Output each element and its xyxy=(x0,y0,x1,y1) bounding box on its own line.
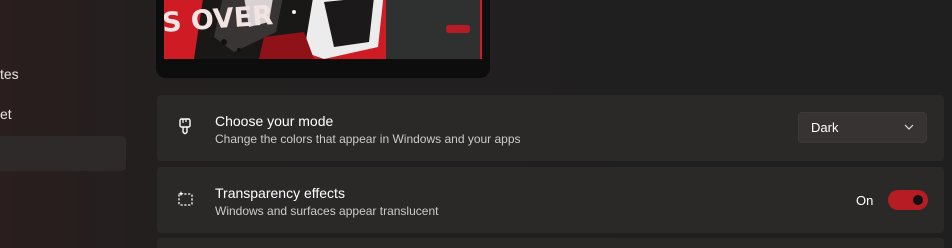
transparency-toggle-label: On xyxy=(856,193,874,208)
transparency-description: Windows and surfaces appear translucent xyxy=(215,204,439,218)
transparency-title: Transparency effects xyxy=(215,185,345,201)
sidebar: tes et xyxy=(0,0,140,248)
mode-setting-card: Choose your mode Change the colors that … xyxy=(157,95,944,161)
mode-dropdown[interactable]: Dark xyxy=(798,112,927,143)
theme-preview: S OVER xyxy=(156,0,490,78)
preview-window-button xyxy=(446,25,470,33)
sidebar-item-selected[interactable] xyxy=(0,136,126,171)
mode-title: Choose your mode xyxy=(215,113,334,129)
settings-window: tes et S OVER Choose your mode Change th… xyxy=(0,0,952,248)
sidebar-item-themes[interactable]: tes xyxy=(0,65,19,83)
transparency-icon xyxy=(178,191,193,206)
sidebar-item-widget[interactable]: et xyxy=(0,105,12,123)
toggle-knob xyxy=(913,195,923,205)
sidebar-item-label: tes xyxy=(0,66,19,82)
next-setting-card xyxy=(157,238,944,248)
transparency-setting-card: Transparency effects Windows and surface… xyxy=(157,167,944,233)
mode-dropdown-value: Dark xyxy=(811,120,839,135)
paint-brush-icon xyxy=(179,118,191,135)
chevron-down-icon xyxy=(904,124,914,130)
transparency-toggle[interactable] xyxy=(888,190,928,210)
sidebar-item-label: et xyxy=(0,106,12,122)
preview-wallpaper: S OVER xyxy=(164,0,482,59)
mode-description: Change the colors that appear in Windows… xyxy=(215,132,521,146)
preview-window xyxy=(386,0,480,59)
